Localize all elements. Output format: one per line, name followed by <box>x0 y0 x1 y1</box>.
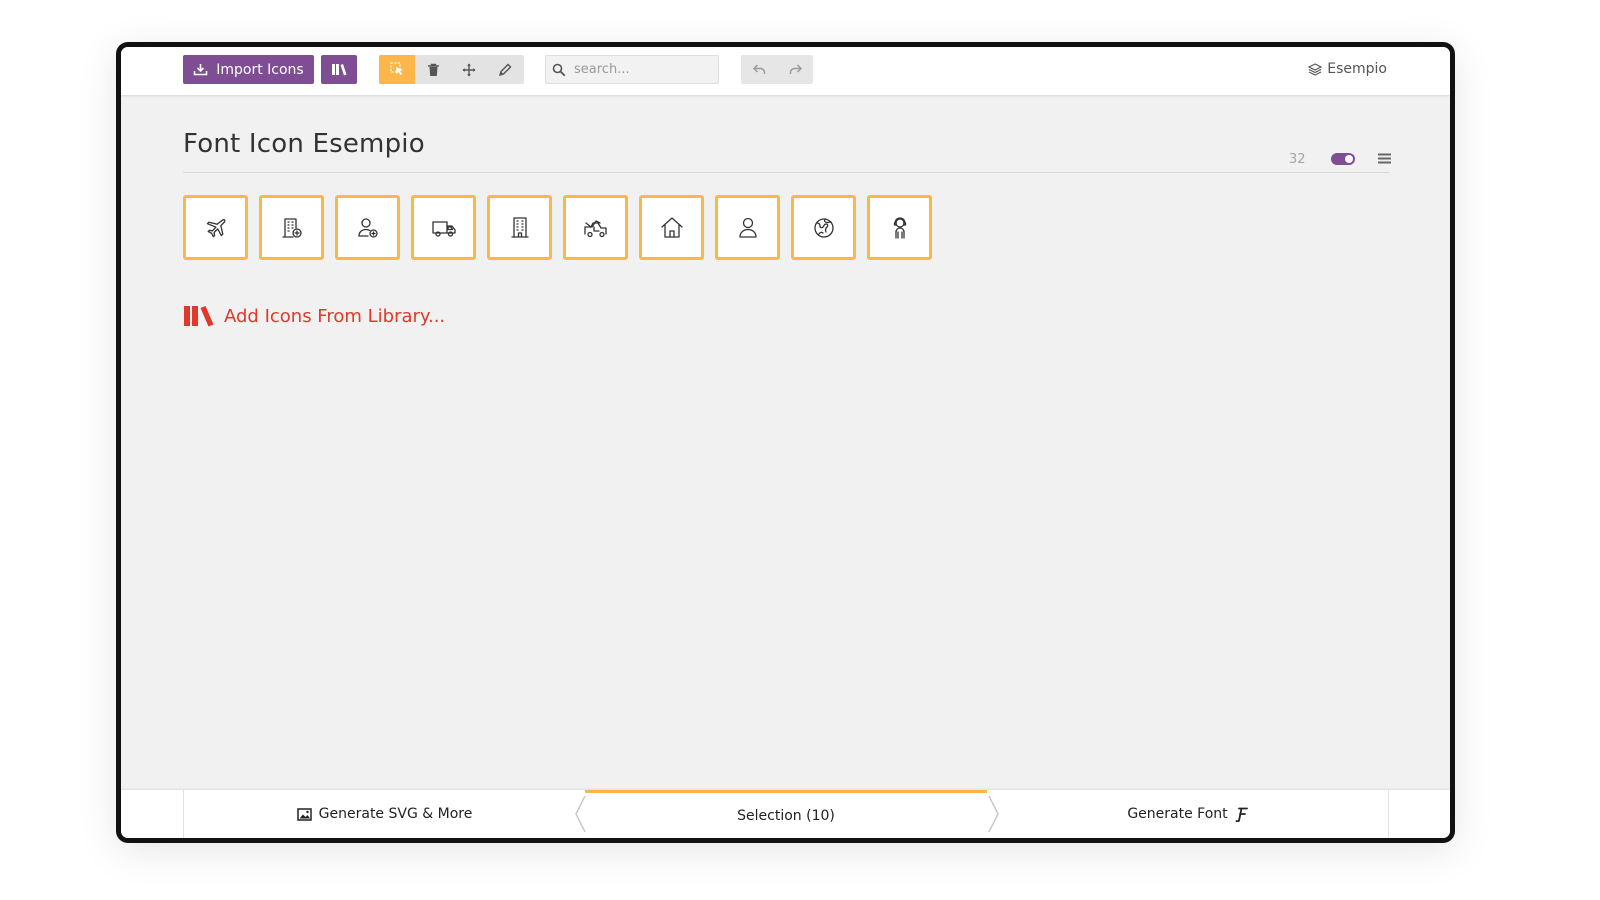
title-divider <box>183 172 1390 173</box>
undo-icon <box>752 64 765 74</box>
icon-tile-globe[interactable] <box>791 195 856 260</box>
search-box <box>545 55 719 84</box>
project-switcher[interactable]: Esempio <box>1308 61 1387 77</box>
undo-button[interactable] <box>741 55 777 84</box>
search-icon <box>552 63 566 76</box>
library-icon <box>184 306 214 327</box>
building-icon <box>510 216 529 238</box>
redo-icon <box>789 64 802 74</box>
page-title: Font Icon Esempio <box>183 129 425 159</box>
icon-grid <box>183 195 932 260</box>
add-from-library-label: Add Icons From Library... <box>224 305 446 327</box>
tow-truck-icon <box>583 219 607 237</box>
home-icon <box>660 216 683 238</box>
icon-tile-building[interactable] <box>487 195 552 260</box>
move-tool[interactable] <box>451 55 487 84</box>
building-add-icon <box>281 217 302 238</box>
select-cursor-icon <box>389 62 403 75</box>
icon-tile-building-add[interactable] <box>259 195 324 260</box>
truck-icon <box>431 220 456 237</box>
icon-count: 32 <box>1289 152 1306 167</box>
layers-icon <box>1308 62 1323 76</box>
generate-font-label: Generate Font <box>1127 806 1228 822</box>
list-menu-icon[interactable] <box>1378 153 1391 164</box>
selection-label: Selection (10) <box>737 807 835 824</box>
delete-tool[interactable] <box>415 55 451 84</box>
icon-tile-truck[interactable] <box>411 195 476 260</box>
app-window: Import Icons search... Esempio Font Icon… <box>116 42 1455 843</box>
image-icon <box>296 807 312 821</box>
bottom-bar: Generate SVG & More Selection (10) Gener… <box>121 790 1450 838</box>
history-tools <box>741 55 813 84</box>
icon-tile-user-add[interactable] <box>335 195 400 260</box>
import-icons-label: Import Icons <box>216 61 304 78</box>
edit-tool[interactable] <box>487 55 523 84</box>
edit-tools <box>379 55 524 84</box>
view-toggle[interactable] <box>1331 153 1355 165</box>
generate-svg-label: Generate SVG & More <box>318 806 473 822</box>
import-icon <box>193 64 208 76</box>
toolbar: Import Icons search... Esempio <box>121 47 1450 95</box>
icon-tile-tow-truck[interactable] <box>563 195 628 260</box>
add-from-library-link[interactable]: Add Icons From Library... <box>183 305 445 327</box>
import-icons-button[interactable]: Import Icons <box>183 55 314 84</box>
person-support-icon <box>893 216 906 239</box>
selection-tab[interactable]: Selection (10) <box>585 790 987 838</box>
airplane-icon <box>206 218 225 237</box>
library-button[interactable] <box>321 55 357 84</box>
search-input[interactable] <box>572 61 714 78</box>
generate-svg-tab[interactable]: Generate SVG & More <box>183 790 585 838</box>
generate-font-tab[interactable]: Generate Font <box>987 790 1389 838</box>
user-add-icon <box>357 217 378 238</box>
trash-icon <box>427 63 439 76</box>
globe-icon <box>813 217 834 238</box>
move-icon <box>462 63 476 76</box>
icon-tile-airplane[interactable] <box>183 195 248 260</box>
pencil-icon <box>498 63 512 76</box>
user-icon <box>738 217 757 238</box>
select-tool[interactable] <box>379 55 415 84</box>
icon-tile-person-support[interactable] <box>867 195 932 260</box>
redo-button[interactable] <box>777 55 813 84</box>
font-icon <box>1235 807 1248 822</box>
project-name: Esempio <box>1327 61 1387 77</box>
icon-tile-user[interactable] <box>715 195 780 260</box>
icon-tile-home[interactable] <box>639 195 704 260</box>
library-icon <box>332 64 347 76</box>
